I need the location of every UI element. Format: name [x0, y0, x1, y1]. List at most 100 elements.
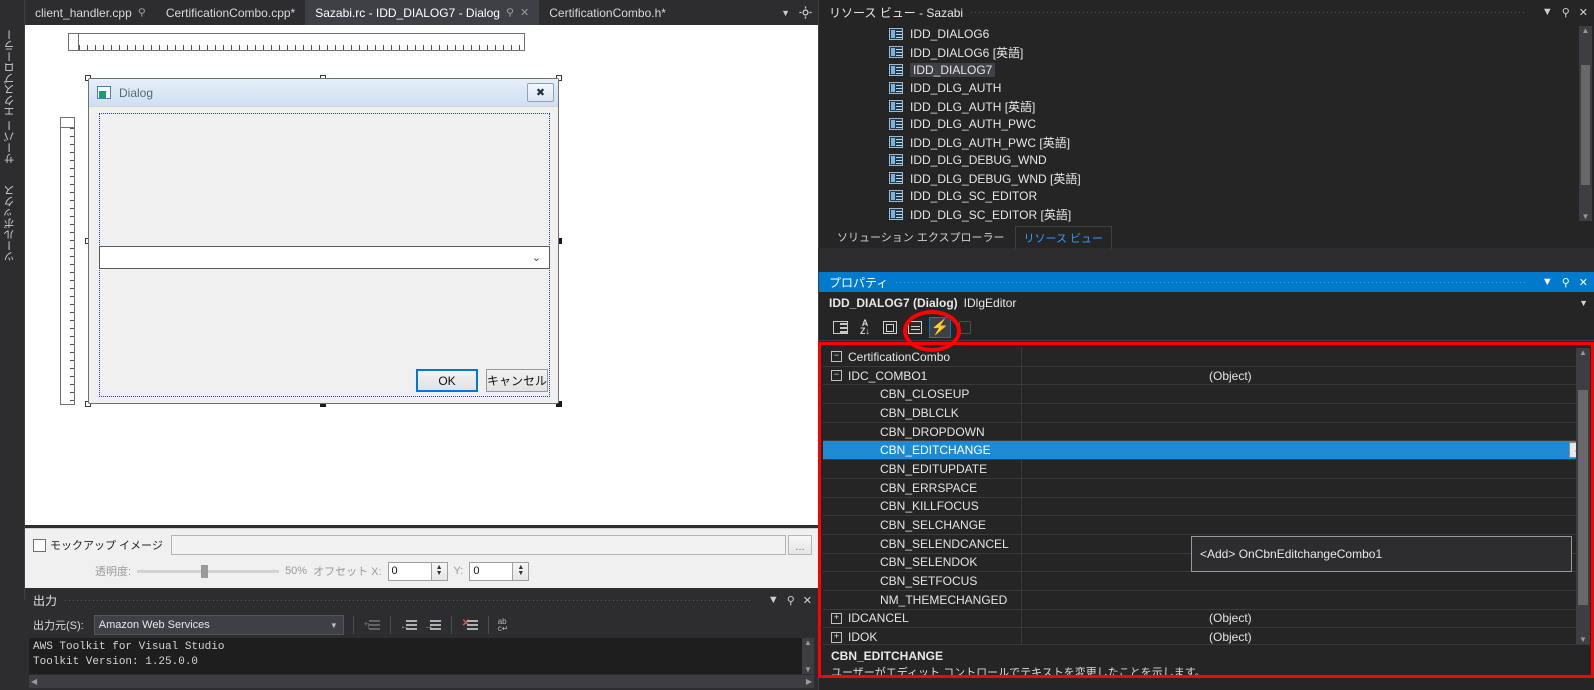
chevron-down-icon[interactable]: ▼ [1579, 298, 1588, 308]
scroll-thumb[interactable] [1581, 64, 1590, 185]
grid-row-event[interactable]: CBN_CLOSEUP [823, 385, 1590, 405]
clear-all-icon[interactable]: ✕ [461, 616, 479, 634]
goto-icon[interactable]: ↰ [363, 616, 381, 634]
pin-icon[interactable]: ⚲ [506, 7, 514, 19]
transparency-slider[interactable] [137, 563, 280, 579]
properties-grid-scrollbar[interactable]: ▲ ▼ [1576, 348, 1590, 644]
tab-solution-explorer[interactable]: ソリューション エクスプローラー [829, 226, 1013, 248]
sidebar-item-toolbox[interactable]: ツールボックス [2, 178, 27, 268]
tree-item[interactable]: IDD_DLG_AUTH [英語] [829, 97, 1578, 115]
next-message-icon[interactable]: → [424, 616, 442, 634]
scroll-thumb[interactable] [1578, 389, 1588, 605]
close-icon[interactable]: ✕ [1579, 276, 1588, 289]
prev-message-icon[interactable]: ← [400, 616, 418, 634]
grid-row-group[interactable]: − CertificationCombo [823, 348, 1590, 367]
scroll-up-arrow[interactable]: ▲ [804, 638, 812, 647]
tab-sazabi-rc-dialog[interactable]: Sazabi.rc - IDD_DIALOG7 - Dialog ⚲ ✕ [305, 0, 540, 25]
tab-resource-view[interactable]: リソース ビュー [1014, 225, 1113, 249]
chevron-down-icon[interactable]: ▼ [1542, 6, 1553, 18]
dropdown-option-add-handler[interactable]: <Add> OnCbnEditchangeCombo1 [1200, 547, 1382, 561]
tree-item[interactable]: IDD_DLG_AUTH [829, 79, 1578, 97]
pin-icon[interactable]: ⚲ [1562, 6, 1570, 19]
offset-x-input[interactable] [387, 561, 432, 581]
properties-button[interactable] [879, 317, 901, 338]
tree-item[interactable]: IDD_DIALOG6 [829, 25, 1578, 43]
dialog-selection-frame[interactable]: Dialog ✖ ⌄ OK キャンセル [85, 75, 562, 407]
tree-item[interactable]: IDD_DLG_DEBUG_WND [829, 151, 1578, 169]
expand-toggle[interactable]: + [831, 612, 842, 624]
grid-row-event[interactable]: NM_THEMECHANGED [823, 590, 1590, 610]
close-icon[interactable]: ✖ [527, 83, 554, 102]
chevron-down-icon[interactable]: ▼ [768, 594, 779, 606]
ok-button[interactable]: OK [416, 369, 478, 392]
properties-object-selector[interactable]: IDD_DIALOG7 (Dialog) IDlgEditor ▼ [819, 292, 1594, 314]
scroll-up-arrow[interactable]: ▲ [1582, 26, 1590, 35]
tab-certification-combo-h[interactable]: CertificationCombo.h* [539, 0, 676, 25]
offset-y-input[interactable] [469, 561, 514, 581]
close-icon[interactable]: ✕ [520, 6, 529, 19]
properties-grid[interactable]: − CertificationCombo − IDC_COMBO1 (Objec… [823, 348, 1590, 644]
browse-button[interactable]: ... [788, 535, 812, 555]
dialog-designer-canvas[interactable]: Dialog ✖ ⌄ OK キャンセル [25, 25, 818, 525]
tree-item[interactable]: IDD_DLG_SC_EDITOR [829, 187, 1578, 205]
grid-row-event[interactable]: CBN_ERRSPACE [823, 478, 1590, 498]
offset-y-stepper[interactable]: ▲▼ [469, 561, 530, 581]
gear-icon[interactable] [799, 6, 812, 19]
close-icon[interactable]: ✕ [803, 594, 812, 607]
scroll-down-arrow[interactable]: ▼ [804, 665, 812, 674]
grid-row-event[interactable]: CBN_EDITUPDATE [823, 460, 1590, 479]
grid-row-event[interactable]: CBN_KILLFOCUS [823, 497, 1590, 517]
chevron-down-icon[interactable]: ▼ [1542, 276, 1553, 288]
chevron-down-icon[interactable]: ⌄ [532, 251, 541, 264]
chevron-down-icon[interactable]: ▼ [781, 8, 790, 18]
grid-row-event[interactable]: CBN_DBLCLK [823, 404, 1590, 423]
combo-box-control[interactable]: ⌄ [99, 246, 550, 269]
cancel-button[interactable]: キャンセル [486, 369, 548, 392]
tree-item-selected[interactable]: IDD_DIALOG7 [829, 61, 1578, 79]
output-source-select[interactable]: Amazon Web Services ▼ [93, 615, 344, 635]
grid-row-event[interactable]: CBN_DROPDOWN [823, 422, 1590, 442]
close-icon[interactable]: ✕ [1579, 6, 1588, 19]
stepper-arrows[interactable]: ▲ ▼ [513, 561, 530, 581]
grid-row-object[interactable]: + IDOK (Object) [823, 628, 1590, 644]
scroll-left-arrow[interactable]: ◀ [31, 677, 37, 686]
tree-item[interactable]: IDD_DLG_AUTH_PWC [英語] [829, 133, 1578, 151]
mockup-image-checkbox[interactable] [33, 538, 46, 552]
resource-tree[interactable]: IDD_DIALOG6 IDD_DIALOG6 [英語] IDD_DIALOG7… [829, 25, 1578, 222]
offset-x-stepper[interactable]: ▲▼ [387, 561, 448, 581]
output-vertical-scrollbar[interactable]: ▲ ▼ [802, 638, 814, 674]
dialog-preview[interactable]: Dialog ✖ ⌄ OK キャンセル [88, 78, 559, 404]
events-button[interactable]: ⚡ [929, 316, 951, 338]
pin-icon[interactable]: ⚲ [787, 594, 795, 607]
grid-row-event[interactable]: CBN_SETFOCUS [823, 572, 1590, 591]
grid-row-event-selected[interactable]: CBN_EDITCHANGE ⌄ [823, 441, 1590, 461]
tab-certification-combo-cpp[interactable]: CertificationCombo.cpp* [156, 0, 305, 25]
tree-item[interactable]: IDD_DLG_SC_EDITOR [英語] [829, 205, 1578, 222]
expand-toggle[interactable]: + [831, 631, 842, 643]
chevron-down-icon[interactable]: ▼ [330, 621, 338, 630]
resource-tree-scrollbar[interactable]: ▲ ▼ [1579, 26, 1592, 221]
output-horizontal-scrollbar[interactable]: ◀ ▶ [29, 675, 814, 688]
mockup-path-input[interactable] [170, 535, 786, 555]
slider-thumb[interactable] [201, 565, 209, 578]
pin-icon[interactable]: ⚲ [1562, 276, 1570, 289]
tree-item[interactable]: IDD_DIALOG6 [英語] [829, 43, 1578, 61]
categorized-button[interactable] [829, 317, 851, 338]
scroll-down-arrow[interactable]: ▼ [1582, 212, 1590, 221]
pin-icon[interactable]: ⚲ [138, 7, 146, 19]
alphabetical-button[interactable]: A Z↓ [854, 317, 876, 338]
word-wrap-icon[interactable]: ab c↵ [498, 616, 516, 634]
messages-button[interactable] [904, 317, 926, 338]
tab-client-handler-cpp[interactable]: client_handler.cpp ⚲ [25, 0, 156, 25]
grid-row-object[interactable]: + IDCANCEL (Object) [823, 609, 1590, 629]
collapse-toggle[interactable]: − [831, 370, 842, 382]
tree-item[interactable]: IDD_DLG_DEBUG_WND [英語] [829, 169, 1578, 187]
scroll-down-arrow[interactable]: ▼ [1579, 635, 1587, 644]
tree-item[interactable]: IDD_DLG_AUTH_PWC [829, 115, 1578, 133]
property-pages-button[interactable] [954, 317, 976, 338]
grid-row-event[interactable]: CBN_SELCHANGE [823, 516, 1590, 535]
sidebar-item-server-explorer[interactable]: サーバー エクスプローラー [2, 20, 27, 170]
stepper-arrows[interactable]: ▲ ▼ [431, 561, 448, 581]
scroll-up-arrow[interactable]: ▲ [1579, 348, 1587, 357]
scroll-right-arrow[interactable]: ▶ [806, 677, 812, 686]
